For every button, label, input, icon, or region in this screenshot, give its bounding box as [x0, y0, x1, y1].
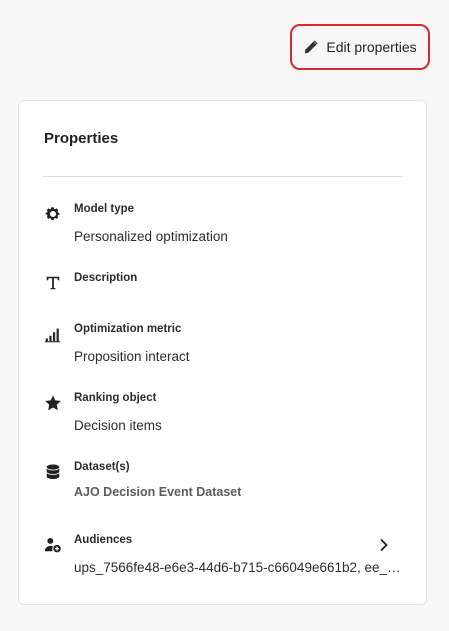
model-type-label: Model type — [74, 203, 135, 215]
edit-properties-label: Edit properties — [326, 39, 417, 55]
property-datasets: Dataset(s) AJO Decision Event Dataset — [43, 461, 402, 511]
datasets-value[interactable]: AJO Decision Event Dataset — [74, 485, 241, 499]
audience-icon — [43, 535, 63, 555]
divider — [43, 176, 402, 177]
property-audiences[interactable]: Audiences ups_7566fe48-e6e3-44d6-b715-c6… — [43, 534, 404, 584]
property-optimization-metric: Optimization metric Proposition interact — [43, 323, 402, 373]
audiences-label: Audiences — [74, 534, 133, 546]
star-icon — [43, 393, 63, 413]
text-icon — [43, 273, 63, 293]
optimization-metric-value: Proposition interact — [74, 349, 190, 364]
ranking-object-label: Ranking object — [74, 392, 157, 404]
audiences-value: ups_7566fe48-e6e3-44d6-b715-c66049e661b2… — [74, 560, 404, 575]
ranking-object-value: Decision items — [74, 418, 162, 433]
edit-properties-button[interactable]: Edit properties — [290, 24, 430, 70]
database-icon — [43, 462, 63, 482]
model-type-value: Personalized optimization — [74, 229, 228, 244]
properties-panel: Properties Model type Personalized optim… — [18, 100, 427, 605]
gear-icon — [43, 204, 63, 224]
description-label: Description — [74, 272, 138, 284]
panel-title: Properties — [44, 130, 119, 147]
property-description: Description — [43, 272, 402, 322]
property-model-type: Model type Personalized optimization — [43, 203, 402, 253]
pencil-icon — [305, 39, 318, 53]
chevron-right-icon[interactable] — [378, 538, 390, 552]
datasets-label: Dataset(s) — [74, 461, 130, 473]
bar-chart-icon — [43, 324, 63, 344]
optimization-metric-label: Optimization metric — [74, 323, 182, 335]
property-ranking-object: Ranking object Decision items — [43, 392, 402, 442]
